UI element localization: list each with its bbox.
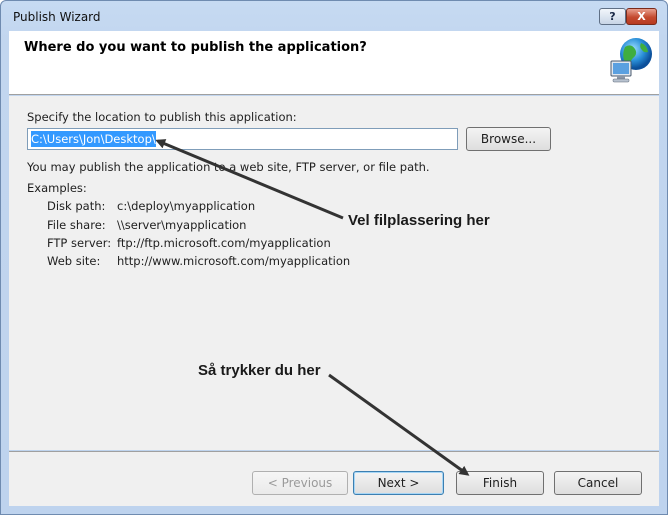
cancel-button[interactable]: Cancel (554, 471, 642, 495)
browse-button[interactable]: Browse... (466, 127, 551, 151)
examples-heading: Examples: (27, 181, 87, 195)
example-value: c:\deploy\myapplication (117, 199, 256, 213)
header-separator (9, 94, 659, 95)
previous-button[interactable]: < Previous (252, 471, 348, 495)
example-kind: FTP server: (47, 236, 112, 250)
location-label: Specify the location to publish this app… (27, 110, 297, 124)
finish-annotation: Så trykker du her (198, 362, 321, 379)
example-kind: File share: (47, 218, 106, 232)
example-value: \\server\myapplication (117, 218, 247, 232)
globe-computer-icon (610, 38, 652, 83)
finish-button[interactable]: Finish (456, 471, 544, 495)
close-button[interactable]: X (626, 8, 657, 25)
window-title: Publish Wizard (13, 10, 101, 24)
example-value: http://www.microsoft.com/myapplication (117, 254, 351, 268)
wizard-body: Specify the location to publish this app… (9, 96, 659, 450)
next-button[interactable]: Next > (353, 471, 444, 495)
location-annotation: Vel filplassering her (348, 212, 490, 229)
publish-hint: You may publish the application to a web… (27, 160, 430, 174)
example-kind: Disk path: (47, 199, 106, 213)
location-selected-text: C:\Users\Jon\Desktop\ (31, 131, 156, 147)
wizard-header: Where do you want to publish the applica… (9, 31, 659, 94)
example-value: ftp://ftp.microsoft.com/myapplication (117, 236, 331, 250)
example-kind: Web site: (47, 254, 101, 268)
publish-wizard-window: Publish Wizard ? X Where do you want to … (0, 0, 668, 515)
page-title: Where do you want to publish the applica… (24, 40, 367, 55)
wizard-footer: < Previous Next > Finish Cancel (9, 452, 659, 506)
title-bar[interactable]: Publish Wizard ? X (1, 1, 667, 31)
help-button[interactable]: ? (599, 8, 626, 25)
publish-location-input[interactable]: C:\Users\Jon\Desktop\ (27, 128, 458, 150)
